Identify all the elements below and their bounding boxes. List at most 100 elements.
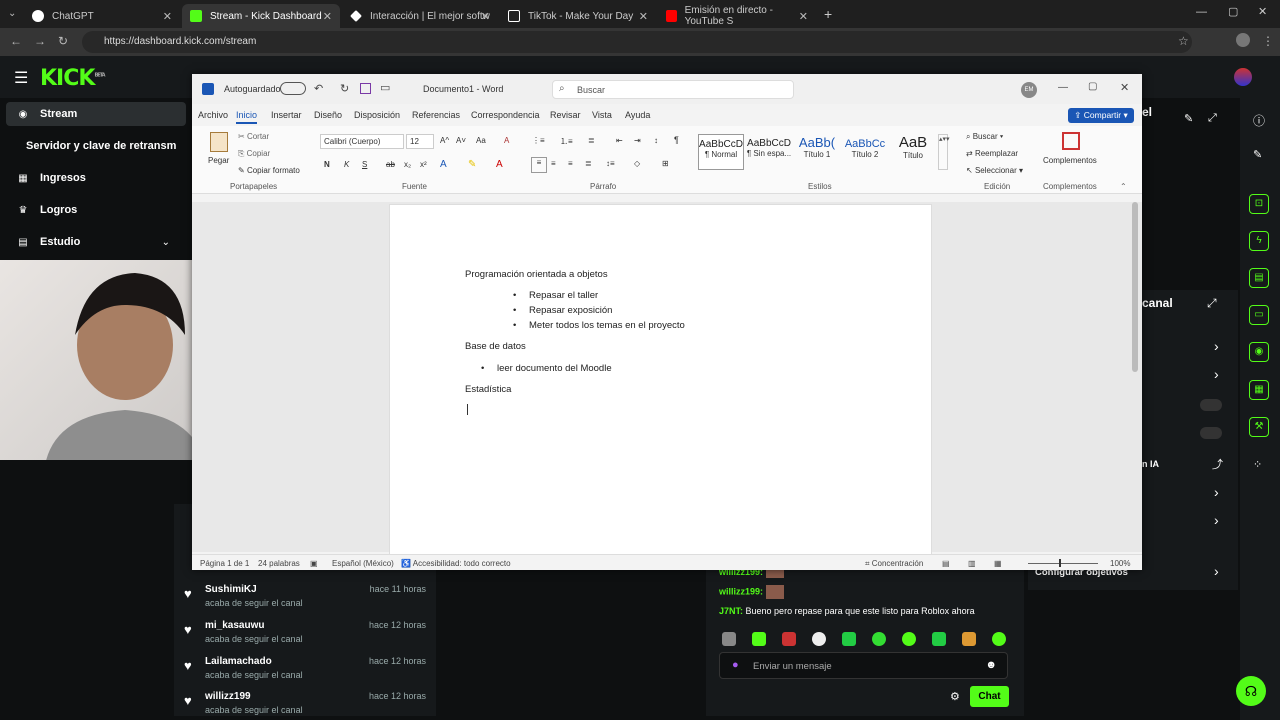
undo-icon[interactable]: ↶ bbox=[314, 82, 323, 95]
layout-icon[interactable]: ▦ bbox=[1249, 380, 1269, 400]
broadcast-icon[interactable]: ◉ bbox=[1249, 342, 1269, 362]
tab-youtube[interactable]: Emisión en directo - YouTube S ✕ bbox=[658, 4, 816, 28]
focus-mode-button[interactable]: ⌗ Concentración bbox=[865, 559, 923, 569]
superscript-icon[interactable]: x² bbox=[420, 160, 427, 169]
toggle-switch[interactable] bbox=[1200, 427, 1222, 439]
style-title[interactable]: AaB Título bbox=[890, 134, 936, 170]
chat-bubble-icon[interactable]: ▭ bbox=[1249, 305, 1269, 325]
font-size-select[interactable]: 12 bbox=[406, 134, 434, 149]
emote-icon[interactable] bbox=[752, 632, 766, 646]
highlight-icon[interactable]: ✎ bbox=[468, 159, 476, 170]
emote-icon[interactable] bbox=[782, 632, 796, 646]
zoom-slider-thumb[interactable] bbox=[1059, 559, 1061, 567]
minimize-window-icon[interactable]: — bbox=[1196, 6, 1207, 18]
close-icon[interactable]: ✕ bbox=[1120, 81, 1129, 94]
subscript-icon[interactable]: x₂ bbox=[404, 160, 411, 169]
sort-icon[interactable]: ↕ bbox=[654, 136, 658, 145]
zoom-slider[interactable] bbox=[1028, 563, 1098, 564]
paste-icon[interactable] bbox=[210, 132, 228, 152]
follower-row[interactable]: ♥ mi_kasauwu acaba de seguir el canal ha… bbox=[184, 620, 434, 654]
decrease-indent-icon[interactable]: ⇤ bbox=[616, 136, 623, 145]
font-family-select[interactable]: Calibri (Cuerpo) bbox=[320, 134, 404, 149]
chevron-right-icon[interactable]: › bbox=[1214, 338, 1219, 354]
autosave-toggle[interactable] bbox=[280, 82, 306, 95]
chevron-right-icon[interactable]: › bbox=[1214, 366, 1219, 382]
style-heading1[interactable]: AaBb( Título 1 bbox=[794, 134, 840, 170]
share-button[interactable]: ⇪ Compartir ▾ bbox=[1068, 108, 1134, 123]
collapse-ribbon-icon[interactable]: ⌃ bbox=[1120, 182, 1127, 191]
chevron-right-icon[interactable]: › bbox=[1214, 484, 1219, 500]
follower-row[interactable]: ♥ SushimiKJ acaba de seguir el canal hac… bbox=[184, 584, 434, 618]
back-icon[interactable]: ← bbox=[10, 34, 22, 48]
edit-icon[interactable]: ✎ bbox=[1184, 112, 1193, 125]
toggle-switch[interactable] bbox=[1200, 399, 1222, 411]
close-tab-icon[interactable]: ✕ bbox=[639, 10, 648, 23]
sidebar-item-estudio[interactable]: ▤ Estudio ⌄ bbox=[6, 230, 186, 254]
reload-icon[interactable]: ↻ bbox=[58, 34, 68, 48]
styles-scroll[interactable]: ▴▾▾ bbox=[938, 134, 950, 170]
close-tab-icon[interactable]: ✕ bbox=[323, 10, 332, 23]
proofing-icon[interactable]: ▣ bbox=[310, 559, 318, 568]
underline-icon[interactable]: S bbox=[362, 160, 367, 169]
chat-message-input[interactable]: ● Enviar un mensaje ☻ bbox=[719, 652, 1008, 679]
accessibility-status[interactable]: ♿ Accesibilidad: todo correcto bbox=[401, 559, 511, 568]
follower-row[interactable]: ♥ Lailamachado acaba de seguir el canal … bbox=[184, 656, 434, 690]
replace-button[interactable]: ⇄ Reemplazar bbox=[966, 149, 1018, 158]
clear-format-icon[interactable]: A bbox=[504, 136, 509, 145]
bookmark-star-icon[interactable]: ☆ bbox=[1178, 34, 1189, 48]
strikethrough-icon[interactable]: ab bbox=[386, 160, 395, 169]
select-button[interactable]: ↖ Seleccionar ▾ bbox=[966, 166, 1023, 175]
paste-button[interactable]: Pegar bbox=[208, 156, 229, 165]
grow-font-icon[interactable]: A^ bbox=[440, 136, 449, 145]
read-mode-icon[interactable]: ▤ bbox=[942, 559, 950, 568]
close-tab-icon[interactable]: ✕ bbox=[481, 10, 490, 23]
font-color-icon[interactable]: A bbox=[496, 159, 503, 170]
italic-icon[interactable]: K bbox=[344, 160, 349, 169]
style-normal[interactable]: AaBbCcD ¶ Normal bbox=[698, 134, 744, 170]
shading-icon[interactable]: ◇ bbox=[634, 159, 640, 168]
close-window-icon[interactable]: ✕ bbox=[1258, 5, 1267, 18]
tab-revisar[interactable]: Revisar bbox=[550, 110, 581, 120]
maximize-window-icon[interactable]: ▢ bbox=[1228, 5, 1238, 18]
document-icon[interactable]: ▤ bbox=[1249, 268, 1269, 288]
tab-diseno[interactable]: Diseño bbox=[314, 110, 342, 120]
print-layout-icon[interactable]: ▥ bbox=[968, 559, 976, 568]
chevron-right-icon[interactable]: › bbox=[1214, 512, 1219, 528]
info-icon[interactable]: ⓘ bbox=[1253, 112, 1265, 129]
align-right-icon[interactable]: ≡ bbox=[568, 159, 573, 168]
tab-interaccion[interactable]: Interacción | El mejor softw ✕ bbox=[342, 4, 498, 28]
addins-icon[interactable] bbox=[1062, 132, 1080, 150]
kick-logo[interactable]: KICKBETA bbox=[40, 66, 106, 91]
style-heading2[interactable]: AaBbCc Título 2 bbox=[842, 134, 888, 170]
tab-insertar[interactable]: Insertar bbox=[271, 110, 302, 120]
url-field[interactable]: https://dashboard.kick.com/stream bbox=[82, 31, 1192, 53]
close-tab-icon[interactable]: ✕ bbox=[799, 10, 808, 23]
show-marks-icon[interactable]: ¶ bbox=[674, 135, 679, 145]
wrench-icon[interactable]: ⚒ bbox=[1249, 417, 1269, 437]
emote-icon[interactable] bbox=[932, 632, 946, 646]
settings-dots-icon[interactable]: ⁘ bbox=[1253, 458, 1262, 471]
chat-username[interactable]: J7NT: bbox=[719, 606, 743, 616]
numbering-icon[interactable]: ⒈≡ bbox=[560, 136, 573, 147]
redo-icon[interactable]: ↻ bbox=[340, 82, 349, 95]
zoom-level[interactable]: 100% bbox=[1110, 559, 1130, 568]
chevron-right-icon[interactable]: › bbox=[1214, 563, 1219, 579]
emote-icon[interactable] bbox=[902, 632, 916, 646]
change-case-icon[interactable]: Aa bbox=[476, 136, 486, 145]
multilevel-list-icon[interactable]: ≣ bbox=[588, 136, 595, 145]
analytics-icon[interactable]: ⤴ bbox=[1212, 456, 1223, 472]
emote-icon[interactable] bbox=[812, 632, 826, 646]
line-spacing-icon[interactable]: ↕≡ bbox=[606, 159, 615, 168]
expand-icon[interactable]: ⤢ bbox=[1208, 112, 1217, 125]
sidebar-item-server-key[interactable]: Servidor y clave de retransm bbox=[16, 134, 176, 158]
find-button[interactable]: ⌕ Buscar ▾ bbox=[966, 132, 1003, 142]
vertical-scrollbar[interactable] bbox=[1132, 202, 1138, 372]
increase-indent-icon[interactable]: ⇥ bbox=[634, 136, 641, 145]
tab-disposicion[interactable]: Disposición bbox=[354, 110, 400, 120]
chat-settings-gear-icon[interactable]: ⚙ bbox=[950, 690, 960, 703]
chat-username[interactable]: willizz199: bbox=[719, 586, 763, 596]
style-no-spacing[interactable]: AaBbCcD ¶ Sin espa... bbox=[746, 134, 792, 170]
open-folder-icon[interactable]: ▭ bbox=[380, 81, 390, 94]
shrink-font-icon[interactable]: A˅ bbox=[456, 136, 466, 145]
popout-icon[interactable]: ⤢ bbox=[1207, 296, 1217, 311]
